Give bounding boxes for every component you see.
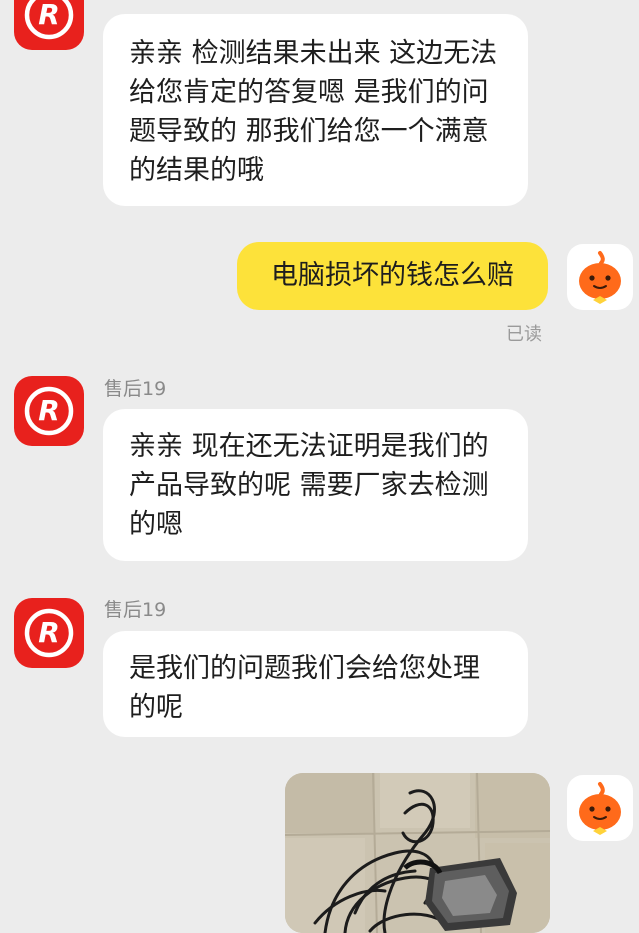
merchant-avatar-icon[interactable]: R [14,0,84,50]
message-bubble-incoming[interactable]: 亲亲 检测结果未出来 这边无法给您肯定的答复嗯 是我们的问题导致的 那我们给您一… [103,14,528,206]
message-bubble-incoming[interactable]: 是我们的问题我们会给您处理的呢 [103,631,528,737]
burnt-charger-photo [285,773,550,933]
message-text: 是我们的问题我们会给您处理的呢 [129,653,480,723]
message-bubble-incoming[interactable]: 亲亲 现在还无法证明是我们的产品导致的呢 需要厂家去检测的嗯 [103,409,528,561]
svg-text:R: R [38,616,60,649]
read-status-label: 已读 [506,324,542,345]
photo-message[interactable] [285,773,550,933]
user-avatar-icon[interactable] [567,775,633,841]
svg-text:R: R [38,0,60,31]
message-text: 电脑损坏的钱怎么赔 [271,260,514,291]
chat-conversation: R 亲亲 检测结果未出来 这边无法给您肯定的答复嗯 是我们的问题导致的 那我们给… [0,0,639,933]
svg-text:R: R [38,394,60,427]
message-bubble-outgoing[interactable]: 电脑损坏的钱怎么赔 [237,242,548,310]
message-text: 亲亲 现在还无法证明是我们的产品导致的呢 需要厂家去检测的嗯 [129,431,489,540]
sender-name: 售后19 [104,599,167,621]
message-text: 亲亲 检测结果未出来 这边无法给您肯定的答复嗯 是我们的问题导致的 那我们给您一… [129,38,498,186]
merchant-avatar-icon[interactable]: R [14,598,84,668]
user-avatar-icon[interactable] [567,244,633,310]
merchant-avatar-icon[interactable]: R [14,376,84,446]
sender-name: 售后19 [104,378,167,400]
